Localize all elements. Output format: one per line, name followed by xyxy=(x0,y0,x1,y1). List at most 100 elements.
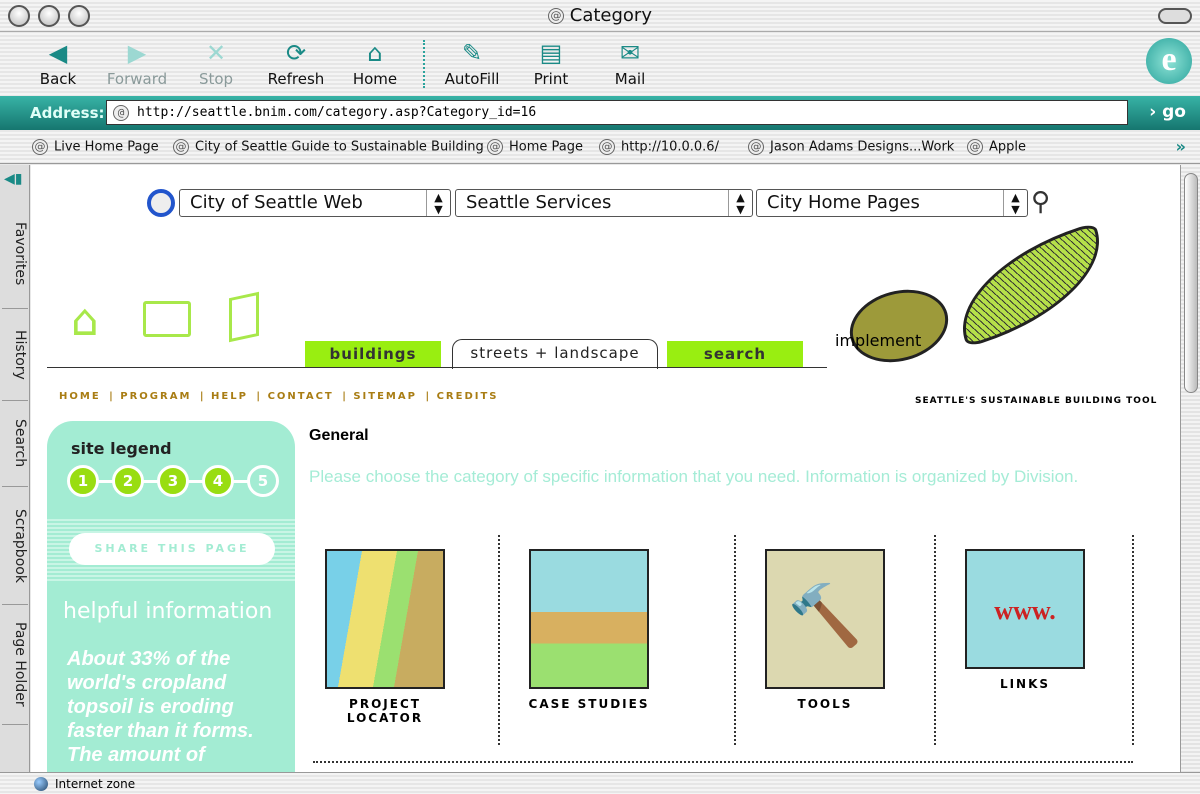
link-help[interactable]: HELP xyxy=(211,391,248,402)
page-icon: @ xyxy=(748,139,764,155)
tab-buildings[interactable]: buildings xyxy=(305,341,441,367)
home-button[interactable]: ⌂ Home xyxy=(335,37,415,88)
address-bar: Address: @ http://seattle.bnim.com/catego… xyxy=(0,96,1200,130)
select-value: City Home Pages xyxy=(767,192,920,213)
globe-icon xyxy=(34,777,48,791)
helpful-info-title: helpful information xyxy=(63,599,273,624)
explorer-bar-tabs: ◀▮ Favorites History Search Scrapbook Pa… xyxy=(0,165,30,772)
page-heading: General xyxy=(309,427,369,444)
back-label: Back xyxy=(39,70,77,88)
legend-step[interactable]: 2 xyxy=(112,465,144,497)
vertical-scrollbar[interactable] xyxy=(1180,165,1200,772)
favorite-link[interactable]: @ Live Home Page xyxy=(32,139,159,155)
category-case-studies[interactable]: CASE STUDIES xyxy=(499,535,679,745)
tab-scrapbook[interactable]: Scrapbook xyxy=(2,487,28,605)
intro-text: Please choose the category of specific i… xyxy=(309,467,1079,486)
favorite-link[interactable]: @ Apple xyxy=(967,139,1026,155)
city-home-pages-select[interactable]: City Home Pages ▲ ▼ xyxy=(756,189,1028,217)
share-page-button[interactable]: SHARE THIS PAGE xyxy=(69,533,275,565)
select-value: Seattle Services xyxy=(466,192,612,213)
print-label: Print xyxy=(533,70,569,88)
toolbar: ◀ Back ▶ Forward ✕ Stop ⟳ Refresh ⌂ Home ✎ Aut… xyxy=(0,33,1200,95)
favorite-label: City of Seattle Guide to Sustainable Bui… xyxy=(195,139,484,155)
tab-page-holder[interactable]: Page Holder xyxy=(2,605,28,725)
favorite-link[interactable]: @ http://10.0.0.6/ xyxy=(599,139,719,155)
logo-wordmark: implement xyxy=(835,331,922,350)
seattle-services-select[interactable]: Seattle Services ▲ ▼ xyxy=(455,189,753,217)
link-sitemap[interactable]: SITEMAP xyxy=(353,391,417,402)
category-tools[interactable]: 🔨 TOOLS xyxy=(735,535,915,745)
hammer-illustration: 🔨 xyxy=(765,549,885,689)
briefcase-icon[interactable] xyxy=(143,301,191,337)
link-credits[interactable]: CREDITS xyxy=(437,391,499,402)
divider xyxy=(313,761,1133,763)
favorite-label: Live Home Page xyxy=(54,139,159,155)
tab-search[interactable]: Search xyxy=(2,401,28,487)
legend-step[interactable]: 3 xyxy=(157,465,189,497)
link-home[interactable]: HOME xyxy=(59,391,101,402)
legend-title: site legend xyxy=(71,439,172,458)
legend-step[interactable]: 5 xyxy=(247,465,279,497)
seattle-logo-icon xyxy=(147,189,175,217)
house-icon[interactable]: ⌂ xyxy=(71,295,99,346)
tab-history[interactable]: History xyxy=(2,309,28,401)
stop-icon: ✕ xyxy=(205,39,227,67)
status-text: Internet zone xyxy=(55,777,136,791)
document-icon[interactable] xyxy=(229,291,259,343)
stop-button[interactable]: ✕ Stop xyxy=(176,37,256,88)
category-label: LINKS xyxy=(999,677,1051,691)
collapse-sidebar-icon[interactable]: ◀▮ xyxy=(4,171,22,187)
autofill-label: AutoFill xyxy=(444,70,500,88)
mail-label: Mail xyxy=(614,70,646,88)
category-project-locator[interactable]: PROJECT LOCATOR xyxy=(295,535,475,745)
status-bar: Internet zone xyxy=(0,772,1200,794)
building-illustration xyxy=(529,549,649,689)
select-arrows-icon: ▲ ▼ xyxy=(426,190,450,216)
tab-favorites[interactable]: Favorites xyxy=(2,199,28,309)
legend-step[interactable]: 4 xyxy=(202,465,234,497)
tab-search[interactable]: search xyxy=(667,341,803,367)
favorite-link[interactable]: @ Jason Adams Designs...Work xyxy=(748,139,954,155)
www-illustration: www. xyxy=(965,549,1085,669)
leaf-icon xyxy=(841,279,957,373)
refresh-label: Refresh xyxy=(267,70,325,88)
scrollbar-thumb[interactable] xyxy=(1184,173,1198,393)
refresh-button[interactable]: ⟳ Refresh xyxy=(256,37,336,88)
tab-streets-landscape[interactable]: streets + landscape xyxy=(452,339,658,369)
toolbar-toggle-button[interactable] xyxy=(1158,8,1192,24)
favorite-link[interactable]: @ City of Seattle Guide to Sustainable Bu… xyxy=(173,139,484,155)
more-favorites-chevron-icon[interactable]: » xyxy=(1176,137,1186,156)
window-title-text: Category xyxy=(569,5,652,26)
tab-baseline xyxy=(47,367,827,368)
category-label: TOOLS xyxy=(797,697,853,711)
favorite-label: http://10.0.0.6/ xyxy=(621,139,719,155)
forward-button[interactable]: ▶ Forward xyxy=(97,37,177,88)
category-links[interactable]: www. LINKS xyxy=(935,535,1115,745)
autofill-button[interactable]: ✎ AutoFill xyxy=(432,37,512,88)
page-icon: @ xyxy=(487,139,503,155)
search-icon[interactable]: ⚲ xyxy=(1031,187,1050,217)
favorite-label: Jason Adams Designs...Work xyxy=(770,139,955,155)
back-button[interactable]: ◀ Back xyxy=(18,37,98,88)
go-button[interactable]: › go xyxy=(1149,102,1186,122)
link-contact[interactable]: CONTACT xyxy=(268,391,334,402)
leaf-icon xyxy=(942,222,1120,348)
page-icon: @ xyxy=(599,139,615,155)
select-arrows-icon: ▲ ▼ xyxy=(728,190,752,216)
address-input[interactable]: @ http://seattle.bnim.com/category.asp?Ca… xyxy=(106,100,1128,125)
favorite-label: Home Page xyxy=(509,139,583,155)
web-page: City of Seattle Web ▲ ▼ Seattle Services ▲ ▼… xyxy=(31,165,1180,772)
category-label: PROJECT LOCATOR xyxy=(346,697,424,725)
print-button[interactable]: ▤ Print xyxy=(511,37,591,88)
mail-button[interactable]: ✉ Mail xyxy=(590,37,670,88)
legend-step[interactable]: 1 xyxy=(67,465,99,497)
favorite-link[interactable]: @ Home Page xyxy=(487,139,583,155)
favorite-label: Apple xyxy=(989,139,1027,155)
link-program[interactable]: PROGRAM xyxy=(120,391,191,402)
helpful-info-fact: About 33% of the world's cropland topsoi… xyxy=(67,648,254,766)
page-icon: @ xyxy=(32,139,48,155)
city-web-select[interactable]: City of Seattle Web ▲ ▼ xyxy=(179,189,451,217)
implement-logo: implement SEATTLE'S SUSTAINABLE BUILDING… xyxy=(831,222,1171,413)
address-url: http://seattle.bnim.com/category.asp?Cat… xyxy=(137,105,537,120)
address-label: Address: xyxy=(30,104,105,122)
